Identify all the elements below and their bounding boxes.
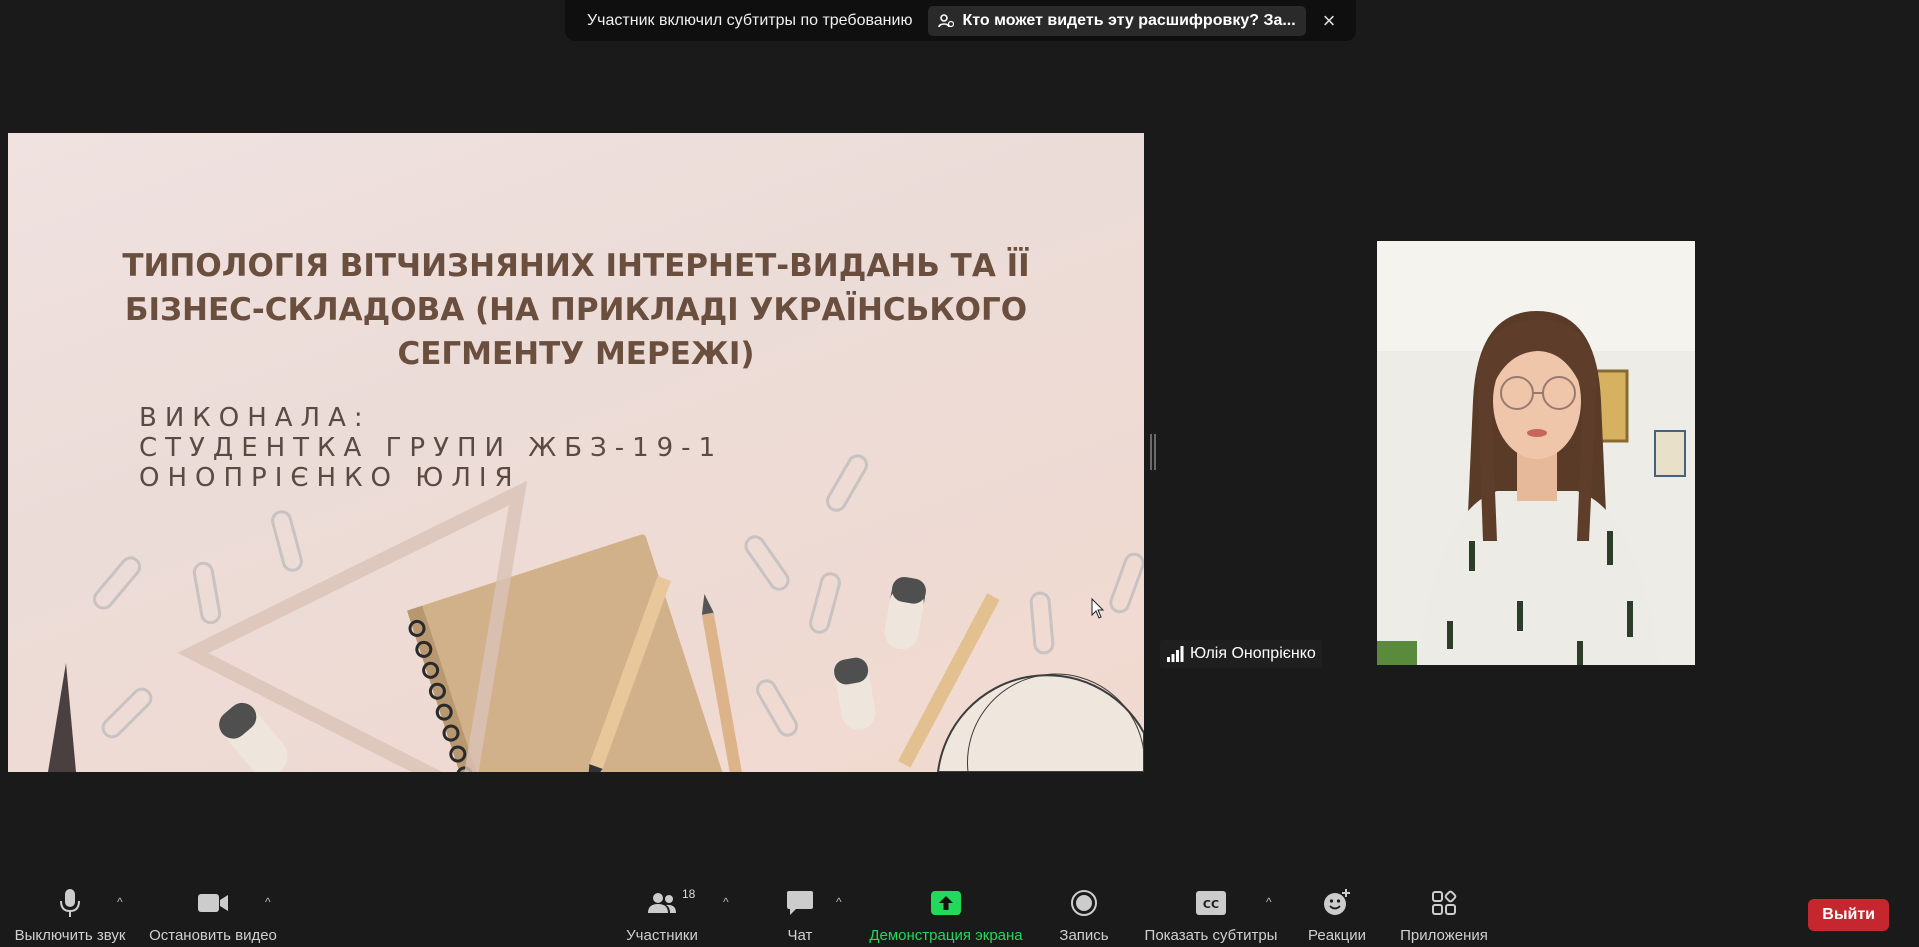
participant-name-tag: Юлія Онопрієнко [1160, 640, 1322, 668]
split-view-resize-handle[interactable] [1150, 434, 1156, 470]
record-button[interactable]: Запись [1054, 885, 1114, 944]
author-line: СТУДЕНТКА ГРУПИ ЖБЗ-19-1 [139, 433, 724, 463]
participants-icon [648, 893, 676, 913]
chat-label: Чат [787, 927, 813, 944]
video-camera-icon [198, 894, 228, 912]
slide-title: ТИПОЛОГІЯ ВІТЧИЗНЯНИХ ІНТЕРНЕТ-ВИДАНЬ ТА… [122, 248, 1030, 372]
notification-text: Участник включил субтитры по требованию [587, 11, 913, 29]
mute-label: Выключить звук [14, 927, 126, 944]
meeting-toolbar: Выключить звук ^ Остановить видео ^ 18 У… [0, 877, 1919, 947]
reactions-button[interactable]: Реакции [1304, 885, 1370, 944]
participants-button[interactable]: 18 Участники [618, 885, 706, 944]
participant-video-frame [1377, 241, 1695, 665]
record-label: Запись [1059, 927, 1109, 944]
captions-options-caret[interactable]: ^ [1266, 895, 1272, 909]
participants-label: Участники [626, 927, 698, 944]
participants-options-caret[interactable]: ^ [723, 895, 729, 909]
author-line: ОНОПРІЄНКО ЮЛІЯ [139, 463, 521, 493]
participants-count: 18 [682, 887, 696, 901]
video-options-caret[interactable]: ^ [265, 895, 271, 909]
slide-author-block: ВИКОНАЛА: СТУДЕНТКА ГРУПИ ЖБЗ-19-1 ОНОПР… [139, 403, 723, 493]
share-screen-button[interactable]: Демонстрация экрана [864, 885, 1028, 944]
transcript-visibility-link[interactable]: Кто может видеть эту расшифровку? За... [928, 5, 1306, 36]
chat-bubble-icon [787, 891, 813, 915]
chat-options-caret[interactable]: ^ [836, 895, 842, 909]
participant-video[interactable] [1377, 241, 1695, 665]
reactions-label: Реакции [1308, 927, 1366, 944]
signal-strength-icon [1167, 646, 1184, 662]
author-line: ВИКОНАЛА: [139, 403, 371, 433]
shared-screen: ТИПОЛОГІЯ ВІТЧИЗНЯНИХ ІНТЕРНЕТ-ВИДАНЬ ТА… [8, 133, 1144, 772]
share-screen-icon [931, 891, 961, 915]
chat-button[interactable]: Чат [776, 885, 824, 944]
mute-button[interactable]: Выключить звук [8, 885, 132, 944]
close-icon[interactable]: × [1314, 6, 1344, 36]
transcript-link-label: Кто может видеть эту расшифровку? За... [962, 11, 1296, 29]
leave-meeting-button[interactable]: Выйти [1808, 899, 1889, 931]
caption-notification: Участник включил субтитры по требованию … [565, 0, 1356, 41]
stop-video-button[interactable]: Остановить видео [145, 885, 281, 944]
apps-label: Приложения [1400, 927, 1488, 944]
person-info-icon [938, 13, 955, 27]
svg-text:CC: CC [1203, 898, 1219, 911]
record-icon [1071, 890, 1097, 916]
apps-button[interactable]: Приложения [1396, 885, 1492, 944]
show-captions-button[interactable]: CC Показать субтитры [1142, 885, 1280, 944]
audio-options-caret[interactable]: ^ [117, 895, 123, 909]
show-captions-label: Показать субтитры [1144, 927, 1278, 944]
share-screen-label: Демонстрация экрана [869, 927, 1023, 944]
reaction-smiley-icon [1324, 889, 1350, 915]
microphone-icon [60, 889, 80, 917]
stop-video-label: Остановить видео [149, 927, 277, 944]
apps-icon [1432, 890, 1457, 915]
closed-captions-icon: CC [1196, 891, 1226, 915]
participant-name: Юлія Онопрієнко [1190, 645, 1316, 662]
